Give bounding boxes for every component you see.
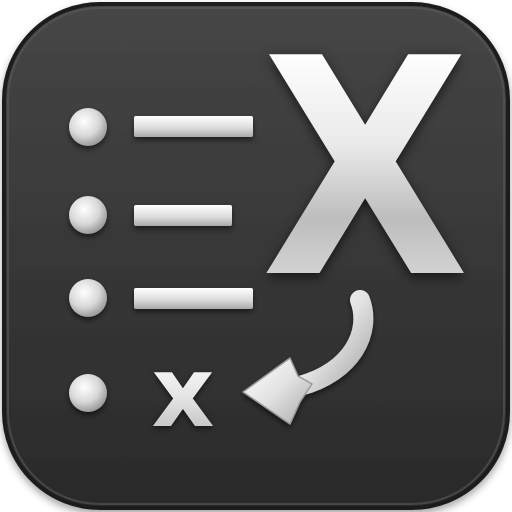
list-line-1 (134, 116, 253, 137)
list-line-3 (134, 288, 253, 309)
app-icon (2, 2, 510, 510)
app-icon-stage: X x (0, 0, 512, 512)
bullet-dot-4 (69, 374, 107, 412)
bullet-dot-1 (69, 108, 107, 146)
bullet-dot-2 (69, 196, 107, 234)
list-line-2 (134, 205, 232, 226)
icon-background (2, 2, 510, 510)
bullet-dot-3 (69, 279, 107, 317)
